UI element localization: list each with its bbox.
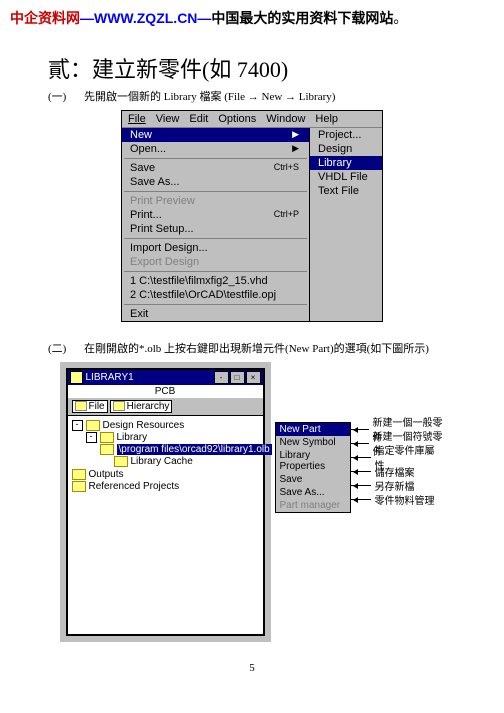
file-menu: File View Edit Options Window Help New▶Open..… bbox=[121, 110, 383, 322]
tab-hierarchy[interactable]: Hierarchy bbox=[110, 400, 173, 413]
context-menu: New PartNew SymbolLibrary PropertiesSave… bbox=[275, 422, 351, 513]
folder-icon bbox=[100, 432, 114, 443]
tree-node[interactable]: Outputs bbox=[70, 469, 261, 481]
step-2: (二) 在剛開啟的*.olb 上按右鍵即出現新增元件(New Part)的選項(… bbox=[48, 340, 456, 356]
folder-icon bbox=[114, 456, 128, 467]
step-1-text: 先開啟一個新的 Library 檔案 (File → New → Library… bbox=[84, 88, 335, 104]
menu-window[interactable]: Window bbox=[266, 113, 305, 125]
hdr-red: 中企资料网 bbox=[10, 10, 80, 26]
hdr-blue: WWW.ZQZL.CN bbox=[94, 10, 197, 26]
menuitem[interactable]: SaveCtrl+S bbox=[122, 161, 309, 175]
annotation: 零件物料管理 bbox=[351, 492, 445, 506]
menubar: File View Edit Options Window Help bbox=[122, 111, 382, 128]
file-menu-col1: New▶Open...▶ SaveCtrl+SSave As... Print Pr… bbox=[122, 128, 310, 321]
hdr-dash1: — bbox=[80, 10, 94, 26]
menuitem: Print Preview bbox=[122, 194, 309, 208]
tree-node[interactable]: Library Cache bbox=[70, 456, 261, 468]
menuitem[interactable]: 1 C:\testfile\filmxfig2_15.vhd bbox=[122, 274, 309, 288]
menuitem[interactable]: Print Setup... bbox=[122, 222, 309, 236]
hdr-black: 中国最大的实用资料下载网站 bbox=[211, 10, 393, 26]
step-2-text: 在剛開啟的*.olb 上按右鍵即出現新增元件(New Part)的選項(如下圖所… bbox=[84, 340, 429, 356]
ctx-item[interactable]: New Symbol bbox=[276, 436, 350, 449]
step-1-num: (一) bbox=[48, 88, 74, 104]
menu-options[interactable]: Options bbox=[218, 113, 256, 125]
menu-edit[interactable]: Edit bbox=[189, 113, 208, 125]
min-button[interactable]: - bbox=[214, 371, 229, 384]
menuitem[interactable]: Exit bbox=[122, 307, 309, 321]
menuitem[interactable]: Import Design... bbox=[122, 241, 309, 255]
library-window: LIBRARY1 - □ × PCB FileHierarchy -Design… bbox=[66, 368, 265, 636]
close-button[interactable]: × bbox=[246, 371, 261, 384]
folder-icon bbox=[100, 444, 114, 455]
folder-icon bbox=[72, 481, 86, 492]
tree-node[interactable]: \program files\orcad92\library1.olb bbox=[70, 444, 261, 456]
menuitem[interactable]: Open...▶ bbox=[122, 142, 309, 156]
menuitem: Export Design bbox=[122, 255, 309, 269]
page-number: 5 bbox=[48, 662, 456, 674]
pcb-label: PCB bbox=[68, 385, 263, 398]
window-title: LIBRARY1 bbox=[86, 372, 213, 383]
ctx-item[interactable]: Library Properties bbox=[276, 449, 350, 473]
step-2-num: (二) bbox=[48, 340, 74, 356]
annotations: 新建一個一般零件新建一個符號零件指定零件庫屬性儲存檔案另存新檔零件物料管理 bbox=[351, 422, 445, 513]
tabs: FileHierarchy bbox=[68, 398, 263, 415]
menuitem[interactable]: New▶ bbox=[122, 128, 309, 142]
app-icon bbox=[70, 371, 83, 384]
hdr-tail: 。 bbox=[393, 10, 407, 26]
ctx-item[interactable]: Save As... bbox=[276, 486, 350, 499]
menu-help[interactable]: Help bbox=[315, 113, 338, 125]
menu-view[interactable]: View bbox=[156, 113, 180, 125]
folder-icon bbox=[86, 420, 100, 431]
menuitem[interactable]: Save As... bbox=[122, 175, 309, 189]
tree-node[interactable]: -Library bbox=[70, 432, 261, 444]
menu-file[interactable]: File bbox=[128, 113, 146, 125]
max-button[interactable]: □ bbox=[230, 371, 245, 384]
file-menu-col2: Project...DesignLibraryVHDL FileText Fil… bbox=[310, 128, 382, 321]
titlebar: LIBRARY1 - □ × bbox=[68, 370, 263, 385]
section-title: 貳：建立新零件(如 7400) bbox=[48, 52, 456, 84]
page-header: 中企资料网—WWW.ZQZL.CN—中国最大的实用资料下载网站。 bbox=[0, 0, 504, 30]
submenu-item[interactable]: Text File bbox=[310, 184, 382, 198]
ctx-item: Part manager bbox=[276, 499, 350, 512]
submenu-item[interactable]: Project... bbox=[310, 128, 382, 142]
tree-node[interactable]: -Design Resources bbox=[70, 420, 261, 432]
ctx-item[interactable]: Save bbox=[276, 473, 350, 486]
submenu-item[interactable]: VHDL File bbox=[310, 170, 382, 184]
annotation: 另存新檔 bbox=[351, 478, 445, 492]
folder-icon bbox=[72, 469, 86, 480]
step-1: (一) 先開啟一個新的 Library 檔案 (File → New → Lib… bbox=[48, 88, 456, 104]
submenu-item[interactable]: Library bbox=[310, 156, 382, 170]
menuitem[interactable]: 2 C:\testfile\OrCAD\testfile.opj bbox=[122, 288, 309, 302]
tree-node[interactable]: Referenced Projects bbox=[70, 481, 261, 493]
tree-pane: -Design Resources-Library\program files\… bbox=[68, 415, 263, 634]
menuitem[interactable]: Print...Ctrl+P bbox=[122, 208, 309, 222]
tab-file[interactable]: File bbox=[72, 400, 108, 413]
submenu-item[interactable]: Design bbox=[310, 142, 382, 156]
ctx-item[interactable]: New Part bbox=[276, 423, 350, 436]
annotation: 指定零件庫屬性 bbox=[351, 450, 445, 464]
hdr-dash2: — bbox=[197, 10, 211, 26]
